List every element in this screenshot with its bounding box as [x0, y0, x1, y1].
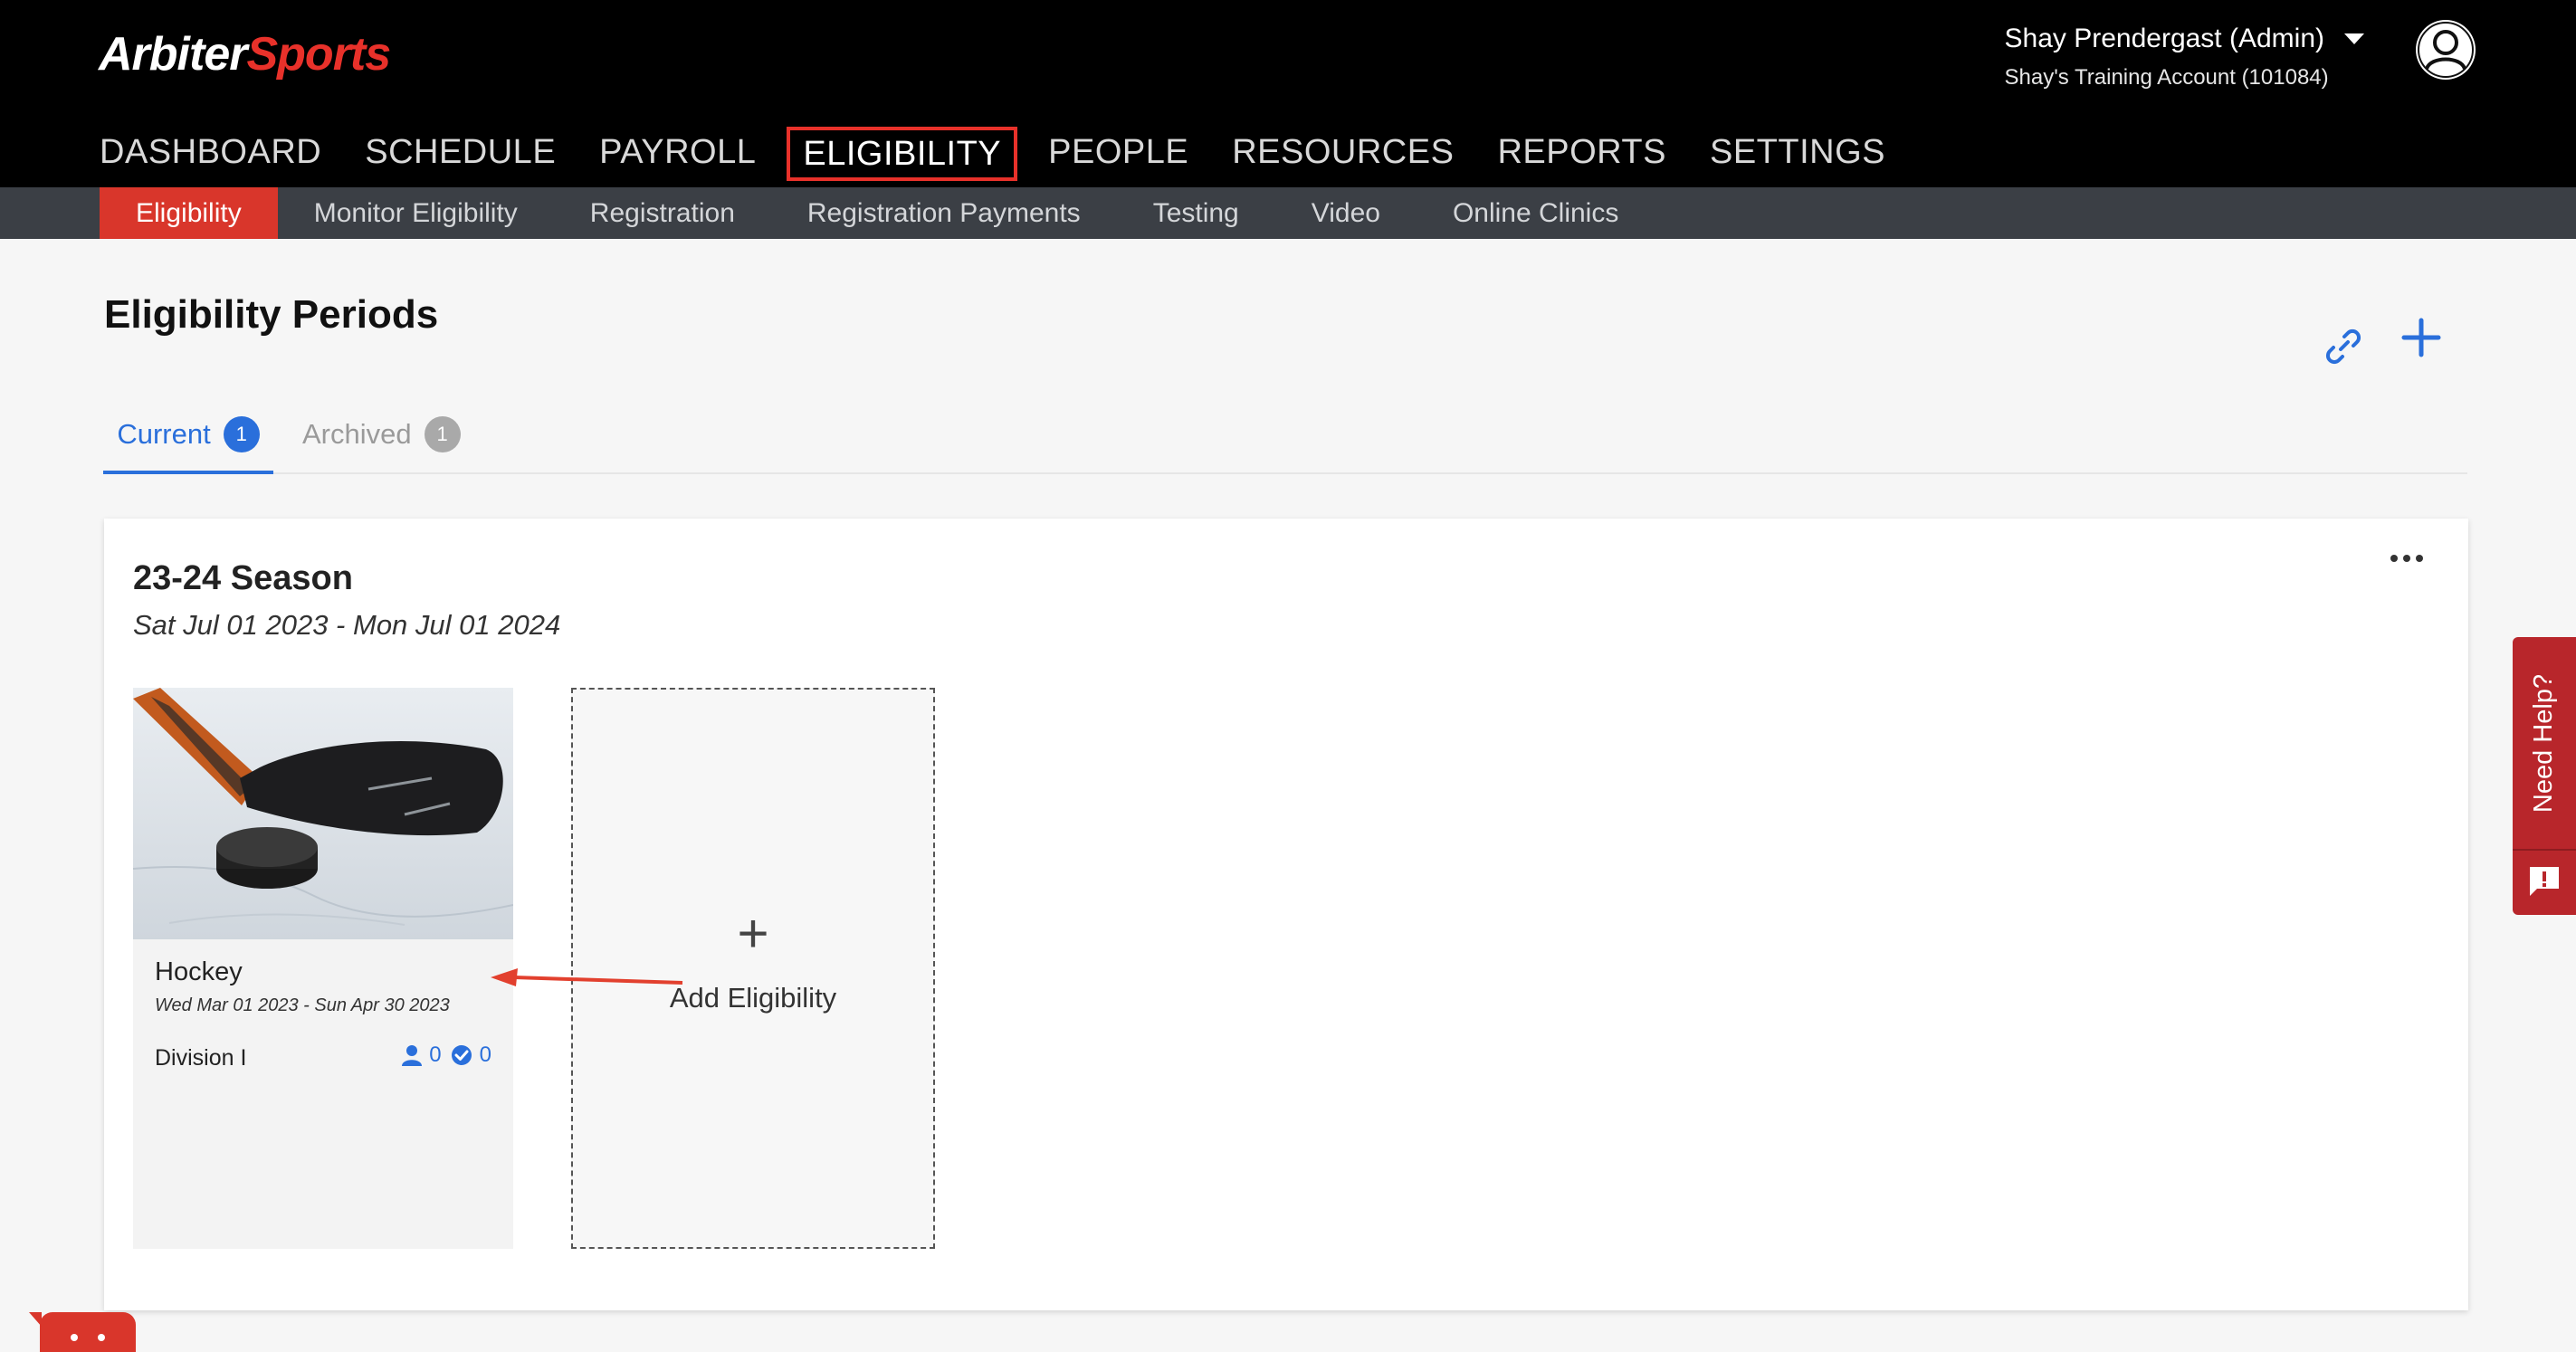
subnav-online-clinics[interactable]: Online Clinics: [1417, 187, 1655, 239]
season-dates: Sat Jul 01 2023 - Mon Jul 01 2024: [133, 609, 561, 641]
tab-archived-count: 1: [424, 416, 461, 452]
more-options-icon[interactable]: [2390, 555, 2423, 562]
feedback-icon: [2530, 867, 2559, 896]
nav-people[interactable]: PEOPLE: [1026, 127, 1210, 181]
user-name: Shay Prendergast (Admin): [2004, 24, 2325, 53]
link-icon[interactable]: [2323, 326, 2364, 367]
eligibility-dates: Wed Mar 01 2023 - Sun Apr 30 2023: [155, 995, 450, 1015]
verified-icon: [451, 1045, 472, 1065]
subnav-eligibility[interactable]: Eligibility: [100, 187, 278, 239]
season-card: 23-24 Season Sat Jul 01 2023 - Mon Jul 0…: [104, 519, 2468, 1310]
tab-current-label: Current: [117, 418, 211, 450]
tab-archived-label: Archived: [302, 418, 412, 450]
sub-nav: Eligibility Monitor Eligibility Registra…: [0, 187, 2576, 239]
plus-icon: [2401, 318, 2441, 357]
hockey-image: [133, 688, 513, 939]
nav-settings[interactable]: SETTINGS: [1688, 127, 1907, 181]
subnav-testing[interactable]: Testing: [1117, 187, 1275, 239]
avatar[interactable]: [2416, 20, 2476, 80]
subnav-registration-payments[interactable]: Registration Payments: [771, 187, 1117, 239]
main-nav: DASHBOARD SCHEDULE PAYROLL ELIGIBILITY P…: [100, 127, 1907, 181]
top-header: ArbiterSports Shay Prendergast (Admin) S…: [0, 0, 2576, 187]
nav-payroll[interactable]: PAYROLL: [577, 127, 778, 181]
user-menu[interactable]: Shay Prendergast (Admin) Shay's Training…: [2004, 24, 2364, 90]
verified-count: 0: [479, 1043, 491, 1067]
nav-schedule[interactable]: SCHEDULE: [343, 127, 577, 181]
arbitersports-logo[interactable]: ArbiterSports: [99, 27, 391, 81]
period-tabs: Current 1 Archived 1: [103, 398, 2467, 474]
nav-reports[interactable]: REPORTS: [1475, 127, 1688, 181]
tab-archived[interactable]: Archived 1: [302, 398, 461, 471]
eligibility-stats: 0 0: [402, 1043, 491, 1068]
tab-current-count: 1: [223, 416, 260, 452]
subnav-registration[interactable]: Registration: [554, 187, 771, 239]
people-stat: 0: [402, 1043, 442, 1068]
subnav-video[interactable]: Video: [1275, 187, 1417, 239]
arrow-left-icon: [491, 968, 683, 986]
eligibility-name: Hockey: [155, 957, 243, 986]
eligibility-card[interactable]: Hockey Wed Mar 01 2023 - Sun Apr 30 2023…: [133, 688, 513, 1249]
season-title: 23-24 Season: [133, 559, 353, 597]
need-help-tab[interactable]: Need Help?: [2513, 637, 2576, 915]
people-count: 0: [429, 1043, 442, 1067]
subnav-monitor-eligibility[interactable]: Monitor Eligibility: [278, 187, 554, 239]
eligibility-division: Division I: [155, 1045, 247, 1071]
nav-eligibility[interactable]: ELIGIBILITY: [787, 127, 1018, 181]
add-period-button[interactable]: [2399, 315, 2444, 360]
user-icon: [2418, 22, 2474, 78]
chevron-down-icon[interactable]: [2344, 33, 2364, 44]
need-help-label: Need Help?: [2529, 673, 2559, 813]
plus-icon: +: [737, 903, 769, 964]
user-account: Shay's Training Account (101084): [2004, 65, 2329, 90]
chat-widget[interactable]: [29, 1312, 136, 1352]
nav-resources[interactable]: RESOURCES: [1210, 127, 1475, 181]
person-icon: [402, 1045, 423, 1066]
verified-stat: 0: [451, 1043, 491, 1068]
page-title: Eligibility Periods: [104, 292, 439, 337]
nav-dashboard[interactable]: DASHBOARD: [100, 127, 343, 181]
tab-current[interactable]: Current 1: [103, 398, 273, 474]
